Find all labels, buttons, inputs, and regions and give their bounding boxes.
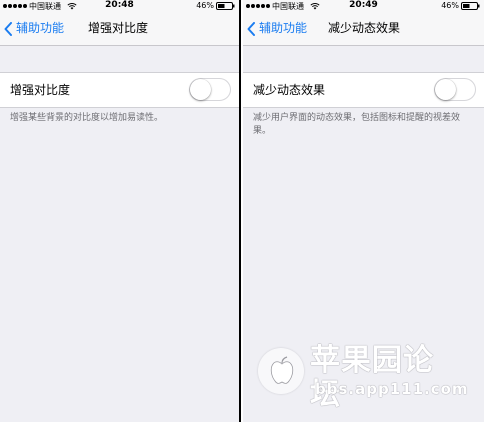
site-watermark: 苹果园论坛 bbs.app111.com [258,336,468,412]
watermark-url: bbs.app111.com [315,380,469,398]
toggle-knob [435,79,456,100]
back-button-label: 辅助功能 [16,21,65,35]
page-title: 增强对比度 [88,21,149,35]
battery-percent: 46% [196,1,214,10]
chevron-left-icon [4,21,12,36]
battery-icon [216,2,235,10]
contrast-screen: 中国联通 20:48 46% 辅助功能 增强对比度 增强对比度 增强某些背景的对… [0,0,239,422]
status-bar: 中国联通 20:49 46% [243,0,484,12]
increase-contrast-label: 增强对比度 [10,83,71,97]
back-button[interactable]: 辅助功能 [4,20,64,37]
battery-icon [461,2,480,10]
back-button-label: 辅助功能 [259,21,308,35]
toggle-knob [190,79,211,100]
navigation-bar: 辅助功能 减少动态效果 [243,12,484,46]
status-bar: 中国联通 20:48 46% [0,0,239,12]
increase-contrast-row: 增强对比度 [0,72,239,108]
reduce-motion-footnote: 减少用户界面的动态效果，包括图标和提醒的视差效果。 [253,113,461,136]
reduce-motion-toggle[interactable] [434,78,476,101]
page-title: 减少动态效果 [328,21,401,35]
increase-contrast-footnote: 增强某些背景的对比度以增加易读性。 [10,113,164,123]
watermark-site-name: 苹果园论坛 [310,343,434,412]
back-button[interactable]: 辅助功能 [247,20,307,37]
chevron-left-icon [247,21,255,36]
battery-percent: 46% [441,1,459,10]
increase-contrast-toggle[interactable] [189,78,231,101]
navigation-bar: 辅助功能 增强对比度 [0,12,239,46]
apple-logo-icon [270,356,294,384]
screenshot-composite: 中国联通 20:48 46% 辅助功能 增强对比度 增强对比度 增强某些背景的对… [0,0,484,422]
reduce-motion-label: 减少动态效果 [253,83,326,97]
reduce-motion-row: 减少动态效果 [243,72,484,108]
